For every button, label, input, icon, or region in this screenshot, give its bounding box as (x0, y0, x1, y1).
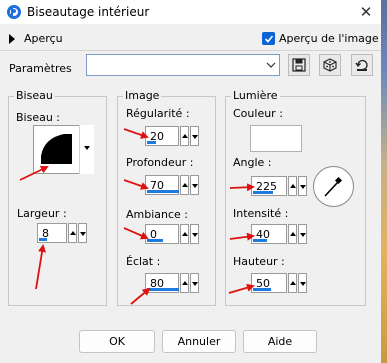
dropdown-arrow-icon (84, 146, 90, 150)
dice-icon (323, 58, 337, 72)
biseau-shape-label: Biseau : (16, 111, 61, 124)
bevel-shape-icon (41, 134, 72, 164)
profondeur-input[interactable]: 70 (145, 175, 179, 195)
value-bar (253, 191, 273, 194)
background-edge (381, 0, 387, 363)
ambiance-input[interactable]: 0 (145, 224, 179, 244)
largeur-spinner[interactable]: 8 (37, 223, 93, 243)
checkmark-icon (264, 35, 274, 43)
spin-down-button[interactable] (190, 224, 199, 244)
image-group-title: Image (123, 89, 162, 102)
value-bar (147, 239, 163, 242)
largeur-label: Largeur : (17, 207, 67, 220)
app-icon (7, 5, 21, 19)
eclat-input[interactable]: 80 (145, 273, 179, 293)
random-button[interactable] (319, 54, 341, 76)
apercu-image-checkbox[interactable] (262, 32, 275, 45)
bevel-shape-dropdown[interactable] (79, 125, 94, 174)
value-bar (147, 190, 179, 193)
params-combo[interactable] (86, 54, 280, 76)
value-bar (147, 141, 156, 144)
ambiance-label: Ambiance : (126, 208, 189, 221)
save-preset-button[interactable] (288, 54, 310, 76)
eclat-label: Éclat : (126, 255, 161, 268)
couleur-label: Couleur : (233, 107, 283, 120)
regularite-input[interactable]: 20 (145, 126, 179, 146)
hauteur-label: Hauteur : (233, 255, 285, 268)
ok-button[interactable]: OK (79, 330, 155, 353)
annuler-button[interactable]: Annuler (162, 330, 236, 353)
spin-up-button[interactable] (288, 273, 297, 293)
chevron-down-icon (266, 62, 276, 68)
params-label: Paramètres (9, 62, 72, 75)
value-bar (147, 288, 179, 291)
divider (0, 50, 381, 51)
eclat-spinner[interactable]: 80 (145, 273, 201, 293)
spin-down-button[interactable] (298, 224, 307, 244)
value-bar (253, 288, 271, 291)
hauteur-input[interactable]: 50 (251, 273, 287, 293)
reset-icon (355, 59, 368, 71)
spin-up-button[interactable] (180, 175, 189, 195)
title-bar: Biseautage intérieur ✕ (0, 0, 381, 24)
value-bar (253, 239, 267, 242)
angle-dial[interactable] (313, 166, 354, 207)
biseau-group-title: Biseau (14, 89, 55, 102)
apercu-toggle-label[interactable]: Aperçu (24, 32, 63, 45)
angle-spinner[interactable]: 225 (251, 176, 309, 196)
light-color-swatch[interactable] (250, 125, 302, 152)
intensite-input[interactable]: 40 (251, 224, 287, 244)
spin-down-button[interactable] (78, 223, 87, 243)
regularite-spinner[interactable]: 20 (145, 126, 201, 146)
spin-up-button[interactable] (68, 223, 77, 243)
profondeur-label: Profondeur : (126, 156, 194, 169)
spin-up-button[interactable] (180, 224, 189, 244)
spin-down-button[interactable] (190, 126, 199, 146)
expand-arrow-icon[interactable] (9, 34, 15, 44)
reset-button[interactable] (351, 54, 373, 76)
window-title: Biseautage intérieur (27, 5, 150, 19)
close-icon[interactable]: ✕ (356, 3, 376, 21)
spin-up-button[interactable] (180, 273, 189, 293)
aide-button[interactable]: Aide (243, 330, 317, 353)
regularite-label: Régularité : (126, 107, 190, 120)
hauteur-spinner[interactable]: 50 (251, 273, 309, 293)
spin-down-button[interactable] (190, 273, 199, 293)
value-bar (39, 238, 47, 241)
profondeur-spinner[interactable]: 70 (145, 175, 201, 195)
spin-up-button[interactable] (288, 224, 297, 244)
floppy-disk-icon (292, 58, 306, 72)
spin-up-button[interactable] (180, 126, 189, 146)
apercu-image-label[interactable]: Aperçu de l'image (279, 32, 379, 45)
dialog-window: Biseautage intérieur ✕ Aperçu Aperçu de … (0, 0, 381, 363)
spin-down-button[interactable] (298, 176, 307, 196)
ambiance-spinner[interactable]: 0 (145, 224, 201, 244)
intensite-label: Intensité : (233, 207, 289, 220)
spin-down-button[interactable] (298, 273, 307, 293)
angle-needle-icon (324, 176, 343, 197)
intensite-spinner[interactable]: 40 (251, 224, 309, 244)
angle-input[interactable]: 225 (251, 176, 287, 196)
lumiere-group-title: Lumière (231, 89, 280, 102)
spin-up-button[interactable] (288, 176, 297, 196)
spin-down-button[interactable] (190, 175, 199, 195)
angle-label: Angle : (233, 156, 272, 169)
largeur-input[interactable]: 8 (37, 223, 67, 243)
